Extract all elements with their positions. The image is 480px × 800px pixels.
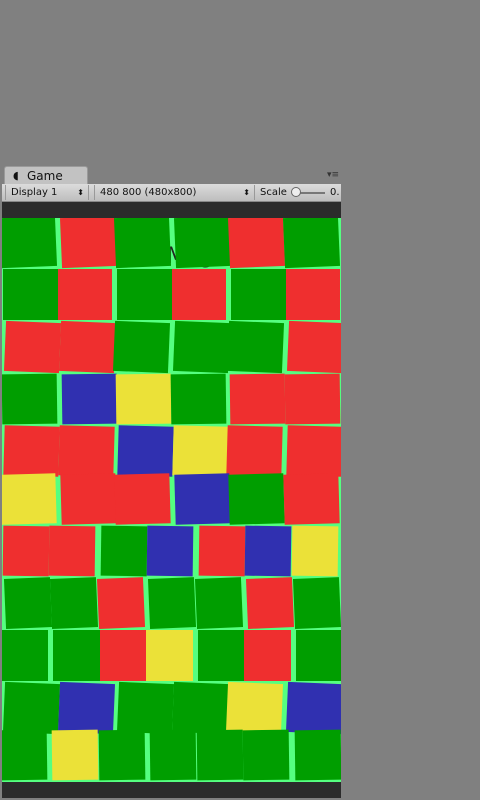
tile-yellow[interactable] xyxy=(52,729,100,781)
tile-blue[interactable] xyxy=(61,373,117,425)
tile-green[interactable] xyxy=(2,373,57,425)
tile-green[interactable] xyxy=(116,681,174,735)
game-view[interactable]: Brain Magnitude xyxy=(2,218,341,782)
scale-label: Scale xyxy=(260,187,287,198)
dropdown-arrow-icon: ⬍ xyxy=(77,188,84,197)
tile-green[interactable] xyxy=(100,525,148,577)
tile-blue[interactable] xyxy=(146,525,195,577)
game-window: ◖ Game ▾≡ Display 1 ⬍ 480 800 (480x800) … xyxy=(2,166,341,798)
tile-red[interactable] xyxy=(226,425,283,478)
tile-green[interactable] xyxy=(148,577,197,630)
tile-green[interactable] xyxy=(113,218,171,269)
tile-yellow[interactable] xyxy=(291,525,339,577)
tile-green[interactable] xyxy=(50,577,99,630)
tile-yellow[interactable] xyxy=(146,630,193,681)
tile-blue[interactable] xyxy=(173,472,230,525)
tile-red[interactable] xyxy=(99,630,147,681)
tile-green[interactable] xyxy=(282,218,340,269)
tile-red[interactable] xyxy=(2,525,50,577)
tile-red[interactable] xyxy=(244,630,291,681)
tile-yellow[interactable] xyxy=(2,472,57,525)
tile-red[interactable] xyxy=(282,472,339,525)
tile-red[interactable] xyxy=(59,218,117,269)
tile-blue[interactable] xyxy=(117,425,174,478)
tile-red[interactable] xyxy=(285,425,341,478)
tile-green[interactable] xyxy=(53,630,100,681)
tile-green[interactable] xyxy=(172,320,230,374)
tile-green[interactable] xyxy=(292,577,341,630)
tile-red[interactable] xyxy=(171,269,226,320)
tile-green[interactable] xyxy=(112,320,170,374)
tile-red[interactable] xyxy=(58,320,116,374)
tile-green[interactable] xyxy=(2,218,57,269)
tile-green[interactable] xyxy=(231,269,286,320)
tile-blue[interactable] xyxy=(285,681,341,735)
tile-red[interactable] xyxy=(59,472,116,525)
tile-yellow[interactable] xyxy=(171,425,228,478)
panel-menu-icon[interactable]: ▾≡ xyxy=(327,170,339,180)
scale-slider-handle[interactable] xyxy=(291,187,301,197)
tile-green[interactable] xyxy=(98,729,146,781)
tile-green[interactable] xyxy=(197,630,245,681)
tile-yellow[interactable] xyxy=(225,681,283,735)
tile-red[interactable] xyxy=(96,577,146,630)
tile-red[interactable] xyxy=(227,218,285,269)
tile-red[interactable] xyxy=(284,373,340,425)
tile-green[interactable] xyxy=(226,320,284,374)
tile-yellow[interactable] xyxy=(115,373,171,425)
tile-red[interactable] xyxy=(57,425,114,478)
tile-green[interactable] xyxy=(242,729,290,781)
display-dropdown[interactable]: Display 1 ⬍ xyxy=(5,185,89,200)
tile-green[interactable] xyxy=(228,472,285,525)
tab-game-label: Game xyxy=(27,169,63,183)
tile-red[interactable] xyxy=(49,525,97,577)
scale-value: 0. xyxy=(330,187,340,198)
tile-blue[interactable] xyxy=(244,525,292,577)
tile-green[interactable] xyxy=(194,577,244,630)
resolution-dropdown-label: 480 800 (480x800) xyxy=(100,187,197,198)
tile-green[interactable] xyxy=(295,630,341,681)
tile-red[interactable] xyxy=(3,425,60,478)
tile-blue[interactable] xyxy=(57,681,115,735)
tile-green[interactable] xyxy=(117,269,172,320)
tile-red[interactable] xyxy=(198,525,246,577)
tile-green[interactable] xyxy=(170,373,226,425)
tile-green[interactable] xyxy=(171,681,229,735)
game-viewport: Brain Magnitude xyxy=(2,202,341,798)
tile-green[interactable] xyxy=(2,729,48,781)
tab-game[interactable]: ◖ Game xyxy=(4,166,88,184)
tile-red[interactable] xyxy=(229,373,285,425)
unity-icon: ◖ xyxy=(13,169,19,182)
tile-red[interactable] xyxy=(285,269,340,320)
tile-red[interactable] xyxy=(57,269,112,320)
resolution-dropdown[interactable]: 480 800 (480x800) ⬍ xyxy=(94,185,255,200)
game-toolbar: Display 1 ⬍ 480 800 (480x800) ⬍ Scale 0. xyxy=(2,184,341,202)
tile-red[interactable] xyxy=(286,320,341,374)
tile-green[interactable] xyxy=(2,681,60,735)
tile-green[interactable] xyxy=(173,218,231,269)
dropdown-arrow-icon: ⬍ xyxy=(243,188,250,197)
tile-green[interactable] xyxy=(3,577,53,630)
tile-green[interactable] xyxy=(149,729,198,781)
tile-red[interactable] xyxy=(114,472,171,525)
tile-green[interactable] xyxy=(196,729,244,781)
tile-green[interactable] xyxy=(294,729,341,781)
tile-red[interactable] xyxy=(3,320,61,374)
tile-red[interactable] xyxy=(246,577,295,630)
tile-green[interactable] xyxy=(2,630,49,681)
tile-green[interactable] xyxy=(3,269,58,320)
display-dropdown-label: Display 1 xyxy=(11,187,58,198)
